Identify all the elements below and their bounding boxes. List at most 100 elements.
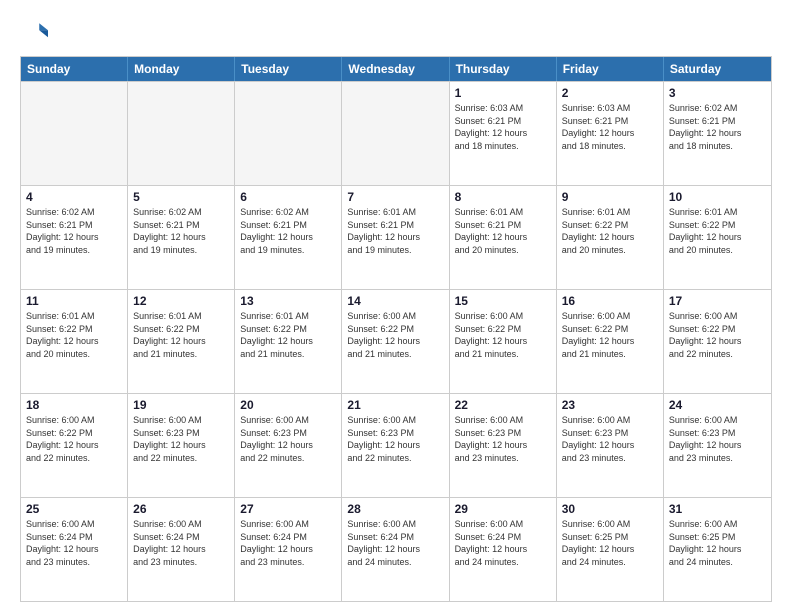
day-info: Sunrise: 6:00 AM Sunset: 6:24 PM Dayligh… <box>455 518 551 568</box>
day-info: Sunrise: 6:03 AM Sunset: 6:21 PM Dayligh… <box>562 102 658 152</box>
calendar-header: SundayMondayTuesdayWednesdayThursdayFrid… <box>21 57 771 81</box>
day-cell-18: 18Sunrise: 6:00 AM Sunset: 6:22 PM Dayli… <box>21 394 128 497</box>
day-cell-16: 16 Sunrise: 6:00 AM Sunset: 6:22 PM Dayli… <box>557 290 664 393</box>
day-number: 26 <box>133 502 229 516</box>
day-info: Sunrise: 6:02 AM Sunset: 6:21 PM Dayligh… <box>133 206 229 256</box>
day-info: Sunrise: 6:00 AM Sunset: 6:24 PM Dayligh… <box>347 518 443 568</box>
day-info: Sunrise: 6:00 AM Sunset: 6:24 PM Dayligh… <box>26 518 122 568</box>
day-cell-12: 12 Sunrise: 6:01 AM Sunset: 6:22 PM Dayli… <box>128 290 235 393</box>
day-info: Sunrise: 6:00 AM Sunset: 6:24 PM Dayligh… <box>133 518 229 568</box>
day-cell-21: 21 Sunrise: 6:00 AM Sunset: 6:23 PM Dayli… <box>342 394 449 497</box>
day-number: 27 <box>240 502 336 516</box>
day-cell-7: 7 Sunrise: 6:01 AM Sunset: 6:21 PM Daylig… <box>342 186 449 289</box>
day-number: 4 <box>26 190 122 204</box>
day-cell-6: 6Sunrise: 6:02 AM Sunset: 6:21 PM Daylig… <box>235 186 342 289</box>
day-number: 23 <box>562 398 658 412</box>
header-day-sunday: Sunday <box>21 57 128 81</box>
day-cell-19: 19 Sunrise: 6:00 AM Sunset: 6:23 PM Dayli… <box>128 394 235 497</box>
day-number: 24 <box>669 398 766 412</box>
day-info: Sunrise: 6:01 AM Sunset: 6:22 PM Dayligh… <box>26 310 122 360</box>
day-cell-22: 22 Sunrise: 6:00 AM Sunset: 6:23 PM Dayli… <box>450 394 557 497</box>
day-cell-8: 8Sunrise: 6:01 AM Sunset: 6:21 PM Daylig… <box>450 186 557 289</box>
day-info: Sunrise: 6:00 AM Sunset: 6:23 PM Dayligh… <box>347 414 443 464</box>
day-info: Sunrise: 6:01 AM Sunset: 6:22 PM Dayligh… <box>669 206 766 256</box>
day-cell-29: 29 Sunrise: 6:00 AM Sunset: 6:24 PM Dayli… <box>450 498 557 601</box>
week-row-2: 4 Sunrise: 6:02 AM Sunset: 6:21 PM Daylig… <box>21 185 771 289</box>
day-info: Sunrise: 6:01 AM Sunset: 6:22 PM Dayligh… <box>562 206 658 256</box>
day-number: 25 <box>26 502 122 516</box>
day-info: Sunrise: 6:00 AM Sunset: 6:23 PM Dayligh… <box>240 414 336 464</box>
day-cell-13: 13 Sunrise: 6:01 AM Sunset: 6:22 PM Dayli… <box>235 290 342 393</box>
day-number: 10 <box>669 190 766 204</box>
day-number: 17 <box>669 294 766 308</box>
day-info: Sunrise: 6:01 AM Sunset: 6:22 PM Dayligh… <box>133 310 229 360</box>
day-cell-31: 31Sunrise: 6:00 AM Sunset: 6:25 PM Dayli… <box>664 498 771 601</box>
day-info: Sunrise: 6:00 AM Sunset: 6:22 PM Dayligh… <box>347 310 443 360</box>
day-cell-2: 2 Sunrise: 6:03 AM Sunset: 6:21 PM Daylig… <box>557 82 664 185</box>
day-info: Sunrise: 6:00 AM Sunset: 6:23 PM Dayligh… <box>669 414 766 464</box>
day-info: Sunrise: 6:00 AM Sunset: 6:22 PM Dayligh… <box>455 310 551 360</box>
day-cell-23: 23 Sunrise: 6:00 AM Sunset: 6:23 PM Dayli… <box>557 394 664 497</box>
day-number: 28 <box>347 502 443 516</box>
day-number: 16 <box>562 294 658 308</box>
day-info: Sunrise: 6:02 AM Sunset: 6:21 PM Dayligh… <box>240 206 336 256</box>
day-cell-3: 3 Sunrise: 6:02 AM Sunset: 6:21 PM Daylig… <box>664 82 771 185</box>
week-row-1: 1 Sunrise: 6:03 AM Sunset: 6:21 PM Daylig… <box>21 81 771 185</box>
day-number: 1 <box>455 86 551 100</box>
week-row-4: 18Sunrise: 6:00 AM Sunset: 6:22 PM Dayli… <box>21 393 771 497</box>
day-number: 30 <box>562 502 658 516</box>
calendar: SundayMondayTuesdayWednesdayThursdayFrid… <box>20 56 772 602</box>
logo <box>20 18 52 46</box>
day-cell-20: 20 Sunrise: 6:00 AM Sunset: 6:23 PM Dayli… <box>235 394 342 497</box>
calendar-body: 1 Sunrise: 6:03 AM Sunset: 6:21 PM Daylig… <box>21 81 771 601</box>
page: SundayMondayTuesdayWednesdayThursdayFrid… <box>0 0 792 612</box>
day-number: 14 <box>347 294 443 308</box>
empty-cell <box>21 82 128 185</box>
day-cell-27: 27 Sunrise: 6:00 AM Sunset: 6:24 PM Dayli… <box>235 498 342 601</box>
day-number: 19 <box>133 398 229 412</box>
day-number: 29 <box>455 502 551 516</box>
day-info: Sunrise: 6:00 AM Sunset: 6:24 PM Dayligh… <box>240 518 336 568</box>
day-info: Sunrise: 6:02 AM Sunset: 6:21 PM Dayligh… <box>669 102 766 152</box>
day-number: 7 <box>347 190 443 204</box>
empty-cell <box>128 82 235 185</box>
day-number: 22 <box>455 398 551 412</box>
day-info: Sunrise: 6:00 AM Sunset: 6:25 PM Dayligh… <box>562 518 658 568</box>
week-row-5: 25 Sunrise: 6:00 AM Sunset: 6:24 PM Dayli… <box>21 497 771 601</box>
empty-cell <box>342 82 449 185</box>
header-day-friday: Friday <box>557 57 664 81</box>
day-cell-28: 28 Sunrise: 6:00 AM Sunset: 6:24 PM Dayli… <box>342 498 449 601</box>
day-cell-5: 5 Sunrise: 6:02 AM Sunset: 6:21 PM Daylig… <box>128 186 235 289</box>
day-info: Sunrise: 6:01 AM Sunset: 6:21 PM Dayligh… <box>455 206 551 256</box>
day-number: 9 <box>562 190 658 204</box>
day-info: Sunrise: 6:00 AM Sunset: 6:23 PM Dayligh… <box>455 414 551 464</box>
day-info: Sunrise: 6:00 AM Sunset: 6:22 PM Dayligh… <box>26 414 122 464</box>
day-number: 21 <box>347 398 443 412</box>
day-cell-17: 17Sunrise: 6:00 AM Sunset: 6:22 PM Dayli… <box>664 290 771 393</box>
day-number: 2 <box>562 86 658 100</box>
day-cell-15: 15Sunrise: 6:00 AM Sunset: 6:22 PM Dayli… <box>450 290 557 393</box>
header-day-wednesday: Wednesday <box>342 57 449 81</box>
day-info: Sunrise: 6:00 AM Sunset: 6:22 PM Dayligh… <box>562 310 658 360</box>
header-day-tuesday: Tuesday <box>235 57 342 81</box>
day-cell-26: 26 Sunrise: 6:00 AM Sunset: 6:24 PM Dayli… <box>128 498 235 601</box>
header-day-saturday: Saturday <box>664 57 771 81</box>
day-number: 12 <box>133 294 229 308</box>
day-number: 5 <box>133 190 229 204</box>
week-row-3: 11Sunrise: 6:01 AM Sunset: 6:22 PM Dayli… <box>21 289 771 393</box>
day-number: 20 <box>240 398 336 412</box>
day-cell-1: 1 Sunrise: 6:03 AM Sunset: 6:21 PM Daylig… <box>450 82 557 185</box>
day-info: Sunrise: 6:01 AM Sunset: 6:22 PM Dayligh… <box>240 310 336 360</box>
day-number: 13 <box>240 294 336 308</box>
day-info: Sunrise: 6:01 AM Sunset: 6:21 PM Dayligh… <box>347 206 443 256</box>
day-info: Sunrise: 6:00 AM Sunset: 6:23 PM Dayligh… <box>562 414 658 464</box>
day-info: Sunrise: 6:03 AM Sunset: 6:21 PM Dayligh… <box>455 102 551 152</box>
day-number: 31 <box>669 502 766 516</box>
day-cell-10: 10 Sunrise: 6:01 AM Sunset: 6:22 PM Dayli… <box>664 186 771 289</box>
day-cell-4: 4Sunrise: 6:02 AM Sunset: 6:21 PM Daylig… <box>21 186 128 289</box>
header-day-monday: Monday <box>128 57 235 81</box>
day-cell-24: 24 Sunrise: 6:00 AM Sunset: 6:23 PM Dayli… <box>664 394 771 497</box>
day-cell-9: 9 Sunrise: 6:01 AM Sunset: 6:22 PM Daylig… <box>557 186 664 289</box>
day-info: Sunrise: 6:00 AM Sunset: 6:23 PM Dayligh… <box>133 414 229 464</box>
day-number: 3 <box>669 86 766 100</box>
